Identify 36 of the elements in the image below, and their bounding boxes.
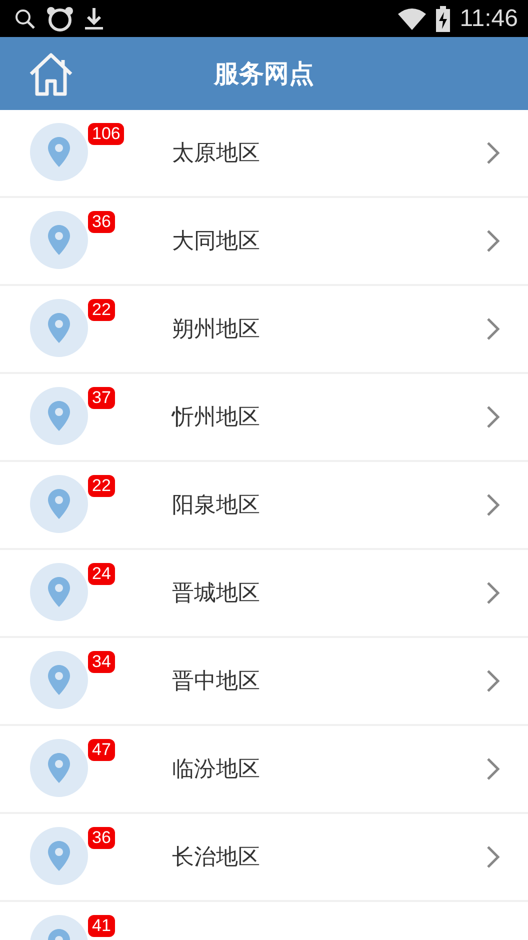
chevron-right-icon [486, 581, 500, 605]
chevron-right-icon [486, 317, 500, 341]
region-name: 太原地区 [172, 140, 260, 168]
chevron-right-icon [486, 757, 500, 781]
count-badge: 41 [88, 915, 115, 937]
chevron-right-icon [486, 493, 500, 517]
region-name: 晋中地区 [172, 668, 260, 696]
region-name: 忻州地区 [172, 404, 260, 432]
wifi-icon [398, 8, 426, 30]
home-icon[interactable] [28, 51, 74, 97]
count-badge: 22 [88, 475, 115, 497]
page-title: 服务网点 [214, 58, 314, 90]
chevron-right-icon [486, 141, 500, 165]
region-name: 晋城地区 [172, 580, 260, 608]
chevron-right-icon [486, 845, 500, 869]
region-name: 阳泉地区 [172, 492, 260, 520]
count-badge: 37 [88, 387, 115, 409]
bear-face-icon [46, 6, 74, 32]
region-name: 临汾地区 [172, 756, 260, 784]
count-badge: 22 [88, 299, 115, 321]
chevron-right-icon [486, 405, 500, 429]
count-badge: 47 [88, 739, 115, 761]
region-name: 大同地区 [172, 228, 260, 256]
chevron-right-icon [486, 669, 500, 693]
count-badge: 24 [88, 563, 115, 585]
count-badge: 36 [88, 827, 115, 849]
count-badge: 36 [88, 211, 115, 233]
region-name: 朔州地区 [172, 316, 260, 344]
chevron-right-icon [486, 229, 500, 253]
battery-charging-icon [436, 6, 450, 32]
region-name: 长治地区 [172, 844, 260, 872]
clock-time: 11:46 [460, 4, 518, 32]
download-icon [84, 6, 104, 30]
search-icon [14, 8, 36, 30]
count-badge: 34 [88, 651, 115, 673]
count-badge: 106 [88, 123, 124, 145]
